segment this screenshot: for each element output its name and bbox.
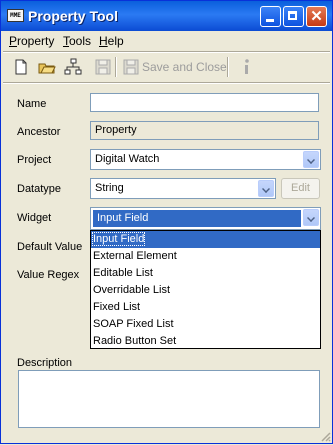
save-and-close-icon[interactable] (121, 57, 141, 77)
open-folder-icon[interactable] (37, 57, 57, 77)
widget-option-radio-button-set[interactable]: Radio Button Set (91, 333, 320, 350)
ancestor-field: Property (90, 121, 319, 140)
ancestor-label: Ancestor (17, 126, 61, 138)
window-title: Property Tool (28, 8, 118, 24)
project-select[interactable]: Digital Watch (90, 149, 321, 170)
close-button[interactable]: ✕ (306, 6, 327, 27)
widget-option-input-field[interactable]: Input Field (91, 231, 320, 248)
minimize-icon (266, 19, 274, 22)
chevron-down-icon[interactable] (303, 209, 319, 226)
datatype-value: String (95, 182, 124, 194)
widget-option-soap-fixed-list[interactable]: SOAP Fixed List (91, 316, 320, 333)
menu-tools[interactable]: Tools (63, 34, 91, 48)
new-document-icon[interactable] (11, 57, 31, 77)
widget-option-fixed-list[interactable]: Fixed List (91, 299, 320, 316)
app-icon: MME (7, 9, 24, 22)
description-textarea[interactable] (18, 370, 320, 428)
widget-selected-value: Input Field (93, 210, 301, 227)
value-regex-label: Value Regex (17, 269, 80, 281)
description-label: Description (17, 357, 73, 369)
title-bar[interactable]: MME Property Tool ✕ (1, 1, 332, 31)
menu-property[interactable]: Property (9, 34, 54, 48)
menu-help[interactable]: Help (99, 34, 124, 48)
save-icon[interactable] (93, 57, 113, 77)
close-icon: ✕ (310, 8, 323, 25)
hierarchy-icon[interactable] (63, 57, 83, 77)
widget-option-overridable-list[interactable]: Overridable List (91, 282, 320, 299)
save-and-close-button[interactable]: Save and Close (142, 60, 227, 74)
info-icon[interactable] (237, 57, 257, 77)
property-tool-window: MME Property Tool ✕ Property Tools Help … (0, 0, 333, 444)
chevron-down-icon[interactable] (303, 151, 319, 168)
toolbar: Save and Close (3, 53, 330, 81)
widget-select[interactable]: Input Field (90, 207, 321, 230)
chevron-down-icon[interactable] (258, 180, 274, 197)
project-label: Project (17, 154, 52, 166)
maximize-icon (288, 11, 297, 20)
edit-button[interactable]: Edit (281, 178, 320, 199)
resize-grip-icon[interactable] (319, 430, 331, 442)
widget-label: Widget (17, 212, 52, 224)
minimize-button[interactable] (260, 6, 281, 27)
datatype-select[interactable]: String (90, 178, 276, 199)
menu-bar: Property Tools Help (3, 31, 330, 51)
toolbar-separator (227, 57, 229, 77)
widget-option-editable-list[interactable]: Editable List (91, 265, 320, 282)
name-label: Name (17, 98, 47, 110)
maximize-button[interactable] (283, 6, 304, 27)
widget-dropdown-list: Input Field External Element Editable Li… (90, 230, 321, 349)
project-value: Digital Watch (95, 153, 160, 165)
datatype-label: Datatype (17, 183, 62, 195)
default-value-label: Default Value (17, 241, 83, 253)
widget-option-external-element[interactable]: External Element (91, 248, 320, 265)
name-input[interactable] (90, 93, 319, 112)
toolbar-divider (3, 82, 330, 84)
toolbar-separator (115, 57, 117, 77)
